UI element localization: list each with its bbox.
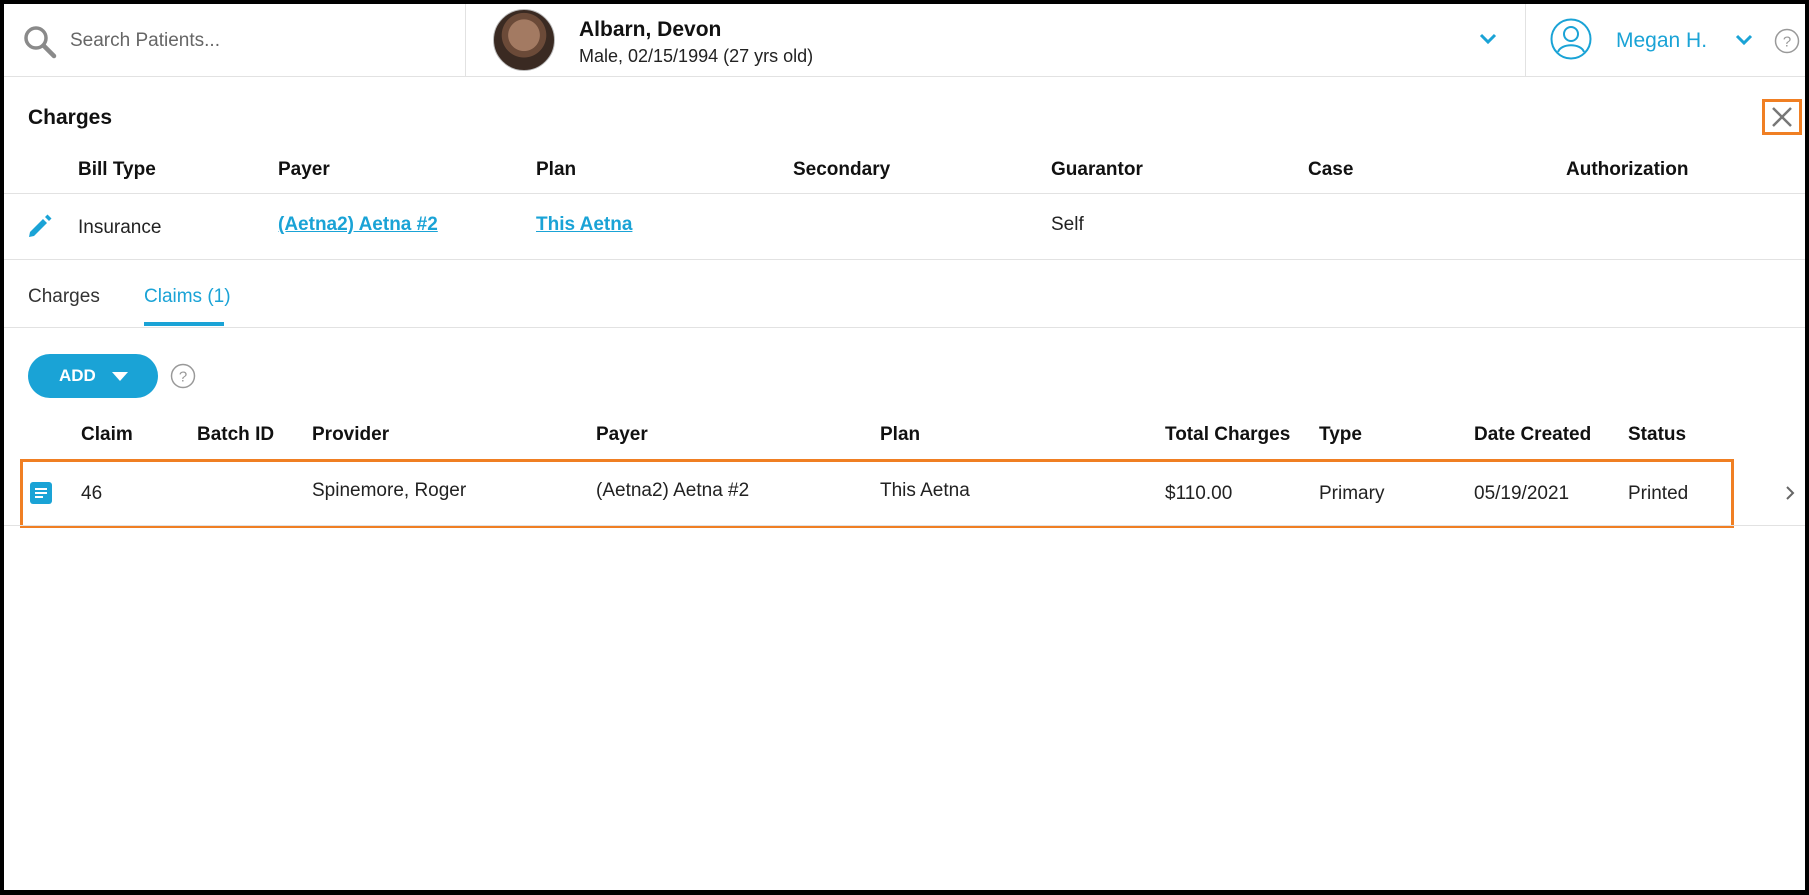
window-frame: [0, 0, 1809, 895]
date-created: 05/19/2021: [1474, 483, 1570, 504]
divider: [4, 525, 1805, 526]
payer-link[interactable]: (Aetna2) Aetna #2: [278, 214, 438, 236]
column-plan: Plan: [536, 159, 577, 180]
column-guarantor: Guarantor: [1051, 159, 1143, 180]
chevron-down-icon[interactable]: [1478, 32, 1498, 46]
divider: [4, 259, 1805, 260]
plan: This Aetna: [880, 480, 970, 501]
add-button[interactable]: ADD: [28, 354, 158, 398]
column-provider: Provider: [312, 424, 390, 445]
plan-link[interactable]: This Aetna: [536, 214, 632, 236]
help-icon[interactable]: ?: [1774, 28, 1800, 54]
column-status: Status: [1628, 424, 1687, 445]
status: Printed: [1628, 483, 1689, 504]
document-icon: [30, 482, 52, 504]
tab-claims[interactable]: Claims (1): [144, 286, 231, 308]
column-total-charges: Total Charges: [1165, 424, 1291, 445]
search-input[interactable]: [70, 24, 450, 58]
claim-type: Primary: [1319, 483, 1385, 504]
column-type: Type: [1319, 424, 1362, 445]
total-charges: $110.00: [1165, 483, 1233, 504]
chevron-right-icon[interactable]: [1784, 484, 1796, 502]
chevron-down-icon[interactable]: [1734, 33, 1754, 47]
help-icon[interactable]: ?: [170, 363, 196, 389]
user-menu[interactable]: Megan H. ?: [1526, 4, 1805, 77]
svg-text:?: ?: [179, 369, 187, 386]
svg-text:?: ?: [1783, 34, 1791, 51]
patient-name: Albarn, Devon: [579, 18, 722, 41]
provider: Spinemore, Roger: [312, 480, 467, 501]
divider: [4, 327, 1805, 328]
column-payer: Payer: [278, 159, 330, 180]
close-button[interactable]: [1762, 99, 1802, 135]
column-batch-id: Batch ID: [197, 424, 275, 445]
close-icon: [1772, 107, 1792, 127]
payer: (Aetna2) Aetna #2: [596, 480, 750, 501]
column-date-created: Date Created: [1474, 424, 1592, 445]
pencil-icon[interactable]: [26, 212, 54, 240]
search-icon: [24, 26, 57, 59]
active-tab-indicator: [144, 322, 224, 326]
column-bill-type: Bill Type: [78, 159, 156, 180]
bill-type-value: Insurance: [78, 217, 162, 238]
patient-info: Male, 02/15/1994 (27 yrs old): [579, 46, 814, 66]
column-claim: Claim: [81, 424, 133, 445]
divider: [4, 193, 1805, 194]
patient-avatar: [493, 9, 555, 71]
column-payer: Payer: [596, 424, 648, 445]
caret-down-icon: [111, 371, 128, 381]
user-avatar-icon: [1550, 18, 1592, 60]
column-authorization: Authorization: [1566, 159, 1689, 180]
user-name[interactable]: Megan H.: [1616, 29, 1707, 53]
column-secondary: Secondary: [793, 159, 891, 180]
patient-header[interactable]: Albarn, Devon Male, 02/15/1994 (27 yrs o…: [466, 4, 1526, 77]
top-bar: Albarn, Devon Male, 02/15/1994 (27 yrs o…: [4, 4, 1805, 77]
add-button-label: ADD: [59, 366, 96, 385]
page-title: Charges: [28, 106, 113, 129]
column-case: Case: [1308, 159, 1354, 180]
patient-search: [4, 4, 466, 77]
claim-number: 46: [81, 483, 103, 504]
column-plan: Plan: [880, 424, 921, 445]
guarantor-value: Self: [1051, 214, 1084, 235]
tab-charges[interactable]: Charges: [28, 286, 100, 308]
